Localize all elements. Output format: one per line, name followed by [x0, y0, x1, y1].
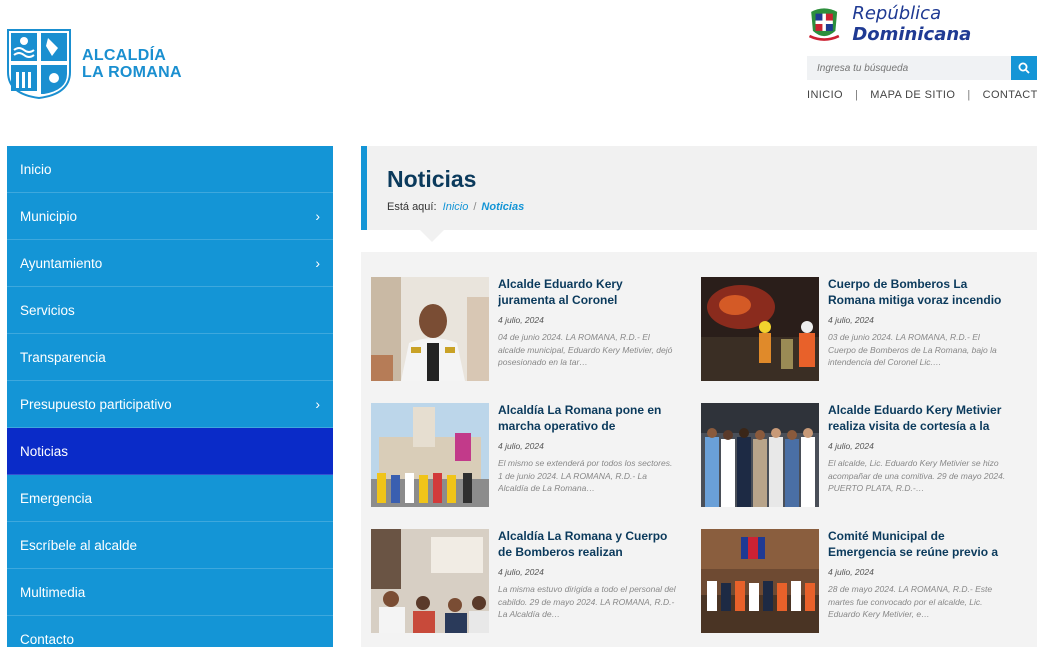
sidebar-item-label: Multimedia [20, 584, 86, 600]
page-title: Noticias [387, 166, 477, 192]
top-link-mapa-de-sitio[interactable]: MAPA DE SITIO [870, 89, 955, 101]
city-shield-icon [7, 29, 71, 100]
top-link-contacto[interactable]: CONTACTO [983, 89, 1037, 101]
news-card[interactable]: Alcalde Eduardo Kery juramenta al Corone… [371, 277, 691, 385]
news-title[interactable]: Comité Municipal de Emergencia se reúne … [828, 529, 1008, 561]
sidebar-item-escribele-al-alcalde[interactable]: Escríbele al alcalde [7, 522, 333, 569]
news-body: Alcalde Eduardo Kery juramenta al Corone… [498, 277, 678, 385]
news-date: 4 julio, 2024 [498, 315, 544, 325]
news-date: 4 julio, 2024 [828, 567, 874, 577]
news-card[interactable]: Alcaldía La Romana y Cuerpo de Bomberos … [371, 529, 691, 637]
news-title[interactable]: Alcaldía La Romana pone en marcha operat… [498, 403, 678, 435]
sidebar-item-label: Transparencia [20, 349, 106, 365]
search-input[interactable] [807, 56, 1011, 80]
news-date: 4 julio, 2024 [828, 441, 874, 451]
news-card[interactable]: Cuerpo de Bomberos La Romana mitiga vora… [701, 277, 1021, 385]
breadcrumb-separator: / [473, 201, 477, 213]
sidebar-item-label: Noticias [20, 443, 69, 459]
sidebar-item-servicios[interactable]: Servicios [7, 287, 333, 334]
news-date: 4 julio, 2024 [498, 567, 544, 577]
news-thumbnail[interactable] [701, 529, 819, 633]
news-excerpt: 03 de junio 2024. LA ROMANA, R.D.- El Cu… [828, 332, 997, 367]
breadcrumb: Está aquí: Inicio / Noticias [387, 201, 524, 213]
search-icon [1018, 62, 1030, 74]
sidebar-item-noticias[interactable]: Noticias [7, 428, 333, 475]
news-grid: Alcalde Eduardo Kery juramenta al Corone… [361, 252, 1037, 647]
top-link-inicio[interactable]: INICIO [807, 89, 843, 101]
top-nav: INICIO | MAPA DE SITIO | CONTACTO [807, 89, 1037, 101]
government-brand[interactable]: República Dominicana [806, 2, 1037, 46]
country-name: República Dominicana [852, 3, 1037, 45]
logo-line-1: ALCALDÍA [82, 47, 167, 64]
news-title[interactable]: Alcaldía La Romana y Cuerpo de Bomberos … [498, 529, 678, 561]
country-name-bold: Dominicana [852, 24, 972, 45]
news-thumbnail[interactable] [371, 403, 489, 507]
search-bar [807, 56, 1037, 80]
sidebar-item-label: Presupuesto participativo [20, 396, 172, 412]
search-button[interactable] [1011, 56, 1037, 80]
news-date: 4 julio, 2024 [498, 441, 544, 451]
country-name-regular: República [852, 3, 942, 24]
sidebar-item-emergencia[interactable]: Emergencia [7, 475, 333, 522]
chevron-right-icon: › [315, 208, 320, 224]
sidebar-item-label: Emergencia [20, 490, 93, 506]
chevron-right-icon: › [315, 255, 320, 271]
news-body: Alcaldía La Romana y Cuerpo de Bomberos … [498, 529, 678, 637]
site-logo[interactable]: ALCALDÍA LA ROMANA [6, 28, 182, 100]
news-title[interactable]: Alcalde Eduardo Kery juramenta al Corone… [498, 277, 678, 309]
breadcrumb-current: Noticias [481, 201, 525, 213]
sidebar-item-municipio[interactable]: Municipio › [7, 193, 333, 240]
news-excerpt: 04 de junio 2024. LA ROMANA, R.D.- El al… [498, 332, 673, 367]
news-card[interactable]: Comité Municipal de Emergencia se reúne … [701, 529, 1021, 637]
coat-of-arms-icon [808, 8, 840, 41]
news-body: Alcaldía La Romana pone en marcha operat… [498, 403, 678, 511]
sidebar-item-label: Municipio [20, 208, 78, 224]
breadcrumb-home-link[interactable]: Inicio [443, 201, 469, 213]
news-excerpt: La misma estuvo dirigida a todo el perso… [498, 584, 676, 619]
news-excerpt: 28 de mayo 2024. LA ROMANA, R.D.- Este m… [828, 584, 993, 619]
page-header: Noticias Está aquí: Inicio / Noticias [361, 146, 1037, 230]
news-thumbnail[interactable] [701, 403, 819, 507]
logo-line-2: LA ROMANA [82, 64, 182, 81]
sidebar-item-transparencia[interactable]: Transparencia [7, 334, 333, 381]
news-title[interactable]: Alcalde Eduardo Kery Metivier realiza vi… [828, 403, 1008, 435]
news-thumbnail[interactable] [371, 277, 489, 381]
sidebar-item-presupuesto-participativo[interactable]: Presupuesto participativo › [7, 381, 333, 428]
sidebar-item-contacto[interactable]: Contacto [7, 616, 333, 647]
news-excerpt: El alcalde, Lic. Eduardo Kery Metivier s… [828, 458, 1006, 493]
chevron-right-icon: › [315, 396, 320, 412]
sidebar-menu: Inicio Municipio › Ayuntamiento › Servicio… [7, 146, 333, 647]
news-body: Cuerpo de Bomberos La Romana mitiga vora… [828, 277, 1008, 385]
news-card[interactable]: Alcalde Eduardo Kery Metivier realiza vi… [701, 403, 1021, 511]
news-date: 4 julio, 2024 [828, 315, 874, 325]
news-title[interactable]: Cuerpo de Bomberos La Romana mitiga vora… [828, 277, 1008, 309]
separator: | [967, 89, 971, 101]
sidebar-item-label: Servicios [20, 302, 75, 318]
sidebar-item-label: Contacto [20, 631, 75, 647]
sidebar-item-multimedia[interactable]: Multimedia [7, 569, 333, 616]
sidebar-item-inicio[interactable]: Inicio [7, 146, 333, 193]
news-body: Alcalde Eduardo Kery Metivier realiza vi… [828, 403, 1008, 511]
logo-text: ALCALDÍA LA ROMANA [82, 47, 182, 81]
news-card[interactable]: Alcaldía La Romana pone en marcha operat… [371, 403, 691, 511]
news-body: Comité Municipal de Emergencia se reúne … [828, 529, 1008, 637]
sidebar-item-label: Escríbele al alcalde [20, 537, 138, 553]
news-thumbnail[interactable] [701, 277, 819, 381]
sidebar-item-label: Inicio [20, 161, 52, 177]
separator: | [855, 89, 859, 101]
sidebar-item-ayuntamiento[interactable]: Ayuntamiento › [7, 240, 333, 287]
breadcrumb-prefix: Está aquí: [387, 201, 437, 213]
news-thumbnail[interactable] [371, 529, 489, 633]
header-pointer [420, 230, 444, 242]
news-excerpt: El mismo se extenderá por todos los sect… [498, 458, 673, 493]
sidebar-item-label: Ayuntamiento [20, 255, 103, 271]
